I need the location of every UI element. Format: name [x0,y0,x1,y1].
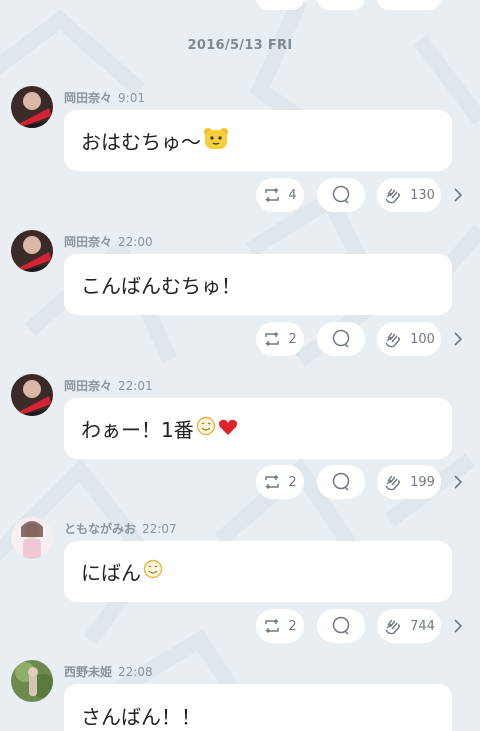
clap-count: 744 [410,618,435,634]
message-meta: 西野未姫 22:08 [64,663,153,680]
chevron-right-icon[interactable] [452,187,464,203]
retweet-button[interactable]: 2 [256,609,304,643]
author-name: 岡田奈々 [64,91,113,105]
author-name: 西野未姫 [64,665,113,679]
retweet-count: 4 [288,187,297,203]
message-meta: 岡田奈々 22:00 [64,233,153,250]
message-meta: 岡田奈々 22:01 [64,377,153,394]
prev-retweet-pill[interactable] [256,0,304,10]
avatar[interactable] [11,374,53,416]
message-bubble: にばん [64,541,452,602]
clap-icon [385,619,401,635]
clap-count: 100 [410,331,435,347]
retweet-count: 2 [288,474,297,490]
clap-button[interactable]: 744 [377,609,441,643]
clap-icon [385,188,401,204]
avatar[interactable] [11,660,53,702]
avatar[interactable] [11,517,53,559]
message-text: おはむちゅ〜 [81,130,201,154]
post-time: 22:08 [118,665,153,679]
clap-icon [385,475,401,491]
retweet-icon [265,474,280,490]
action-bar: 2 100 [0,322,480,358]
retweet-icon [265,187,280,203]
message-text: にばん [81,561,141,585]
author-name: ともながみお [64,522,137,536]
comment-button[interactable] [317,322,365,356]
action-bar: 2 199 [0,465,480,501]
clap-button[interactable]: 199 [377,465,441,499]
smile-emoji [196,416,216,441]
prev-comment-pill[interactable] [317,0,365,10]
message-meta: ともながみお 22:07 [64,520,177,537]
retweet-count: 2 [288,618,297,634]
retweet-button[interactable]: 2 [256,322,304,356]
action-bar: 4 130 [0,178,480,214]
chevron-right-icon[interactable] [452,618,464,634]
message-bubble: さんばん！！ [64,684,452,731]
post-time: 22:01 [118,379,153,393]
smile-emoji [143,559,163,584]
comment-button[interactable] [317,465,365,499]
author-name: 岡田奈々 [64,235,113,249]
comment-icon [332,329,350,348]
clap-count: 130 [410,187,435,203]
post-time: 9:01 [118,91,145,105]
chevron-right-icon[interactable] [452,331,464,347]
author-name: 岡田奈々 [64,379,113,393]
retweet-icon [265,331,280,347]
action-bar: 2 744 [0,609,480,645]
chevron-right-icon[interactable] [452,474,464,490]
avatar[interactable] [11,86,53,128]
message-bubble: おはむちゅ〜 [64,110,452,171]
retweet-button[interactable]: 2 [256,465,304,499]
post-time: 22:07 [142,522,177,536]
bear-emoji [203,126,229,155]
comment-icon [332,472,350,491]
comment-button[interactable] [317,609,365,643]
clap-button[interactable]: 130 [377,178,441,212]
comment-icon [332,185,350,204]
avatar[interactable] [11,230,53,272]
heart-emoji [218,417,238,441]
message-text: さんばん！！ [81,705,201,729]
retweet-icon [265,618,280,634]
message-bubble: わぁー！1番 [64,398,452,459]
post-time: 22:00 [118,235,153,249]
comment-button[interactable] [317,178,365,212]
prev-clap-pill[interactable] [377,0,441,10]
retweet-button[interactable]: 4 [256,178,304,212]
retweet-count: 2 [288,331,297,347]
message-text: こんばんむちゅ！ [81,274,241,298]
clap-icon [385,332,401,348]
message-meta: 岡田奈々 9:01 [64,89,145,106]
message-bubble: こんばんむちゅ！ [64,254,452,315]
clap-button[interactable]: 100 [377,322,441,356]
comment-icon [332,616,350,635]
date-header: 2016/5/13 FRI [187,38,293,53]
clap-count: 199 [410,474,435,490]
message-text: わぁー！1番 [81,418,194,442]
